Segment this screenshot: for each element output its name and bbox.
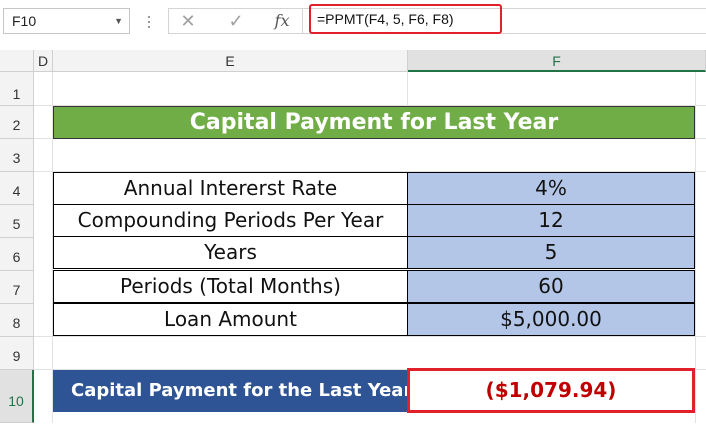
table-label-periods[interactable]: Periods (Total Months) [53,270,408,303]
table-value-compounding[interactable]: 12 [407,204,695,237]
result-label[interactable]: Capital Payment for the Last Year [53,370,408,412]
row-header-5[interactable]: 5 [0,205,34,238]
select-all-corner[interactable] [0,50,34,72]
table-value-annual-rate[interactable]: 4% [407,172,695,205]
drag-handle-icon[interactable] [147,13,151,31]
row-header-8[interactable]: 8 [0,304,34,337]
row-header-4[interactable]: 4 [0,172,34,205]
row-header-10[interactable]: 10 [0,370,34,423]
row-header-1[interactable]: 1 [0,72,34,106]
cancel-icon[interactable]: ✕ [173,9,203,33]
enter-icon[interactable]: ✓ [221,9,251,33]
row-header-2[interactable]: 2 [0,106,34,139]
formula-bar: F10 ▼ ✕ ✓ fx =PPMT(F4, 5, F6, F8) [0,0,706,46]
table-title[interactable]: Capital Payment for Last Year [53,106,695,139]
table-label-compounding[interactable]: Compounding Periods Per Year [53,204,408,237]
row-header-6[interactable]: 6 [0,238,34,271]
name-box-value: F10 [12,13,37,29]
insert-function-icon[interactable]: fx [267,9,297,33]
row-header-7[interactable]: 7 [0,271,34,304]
column-header-e[interactable]: E [53,50,408,72]
chevron-down-icon[interactable]: ▼ [114,9,123,33]
table-label-annual-rate[interactable]: Annual Intererst Rate [53,172,408,205]
table-value-periods[interactable]: 60 [407,270,695,303]
table-value-years[interactable]: 5 [407,236,695,269]
formula-text[interactable]: =PPMT(F4, 5, F6, F8) [309,4,502,34]
row-header-3[interactable]: 3 [0,139,34,172]
table-label-years[interactable]: Years [53,236,408,269]
table-label-loan[interactable]: Loan Amount [53,303,408,336]
formula-buttons: ✕ ✓ fx [168,8,303,34]
row-header-9[interactable]: 9 [0,337,34,370]
result-value[interactable]: ($1,079.94) [407,368,695,413]
column-header-d[interactable]: D [34,50,53,72]
column-header-f[interactable]: F [408,50,706,72]
gridline [407,72,408,106]
gridline [34,336,706,337]
name-box[interactable]: F10 ▼ [3,8,130,34]
gridline [695,72,696,423]
table-value-loan[interactable]: $5,000.00 [407,303,695,336]
